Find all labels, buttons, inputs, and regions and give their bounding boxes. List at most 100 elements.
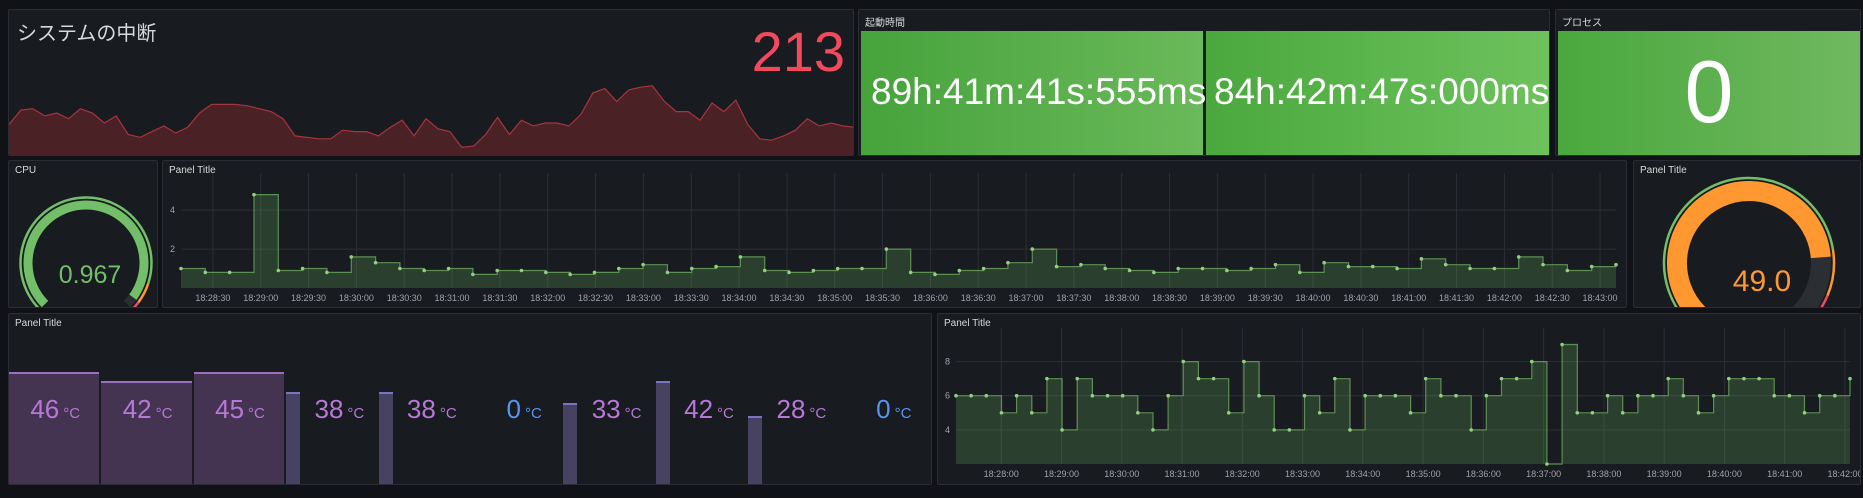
- bottom-chart-point: [1711, 393, 1716, 398]
- process-panel[interactable]: プロセス 0: [1555, 9, 1861, 156]
- bottom-chart-point: [1075, 376, 1080, 381]
- bottom-chart-panel[interactable]: Panel Title 18:28:00 18:29:00 18:30:00 18:3…: [937, 313, 1861, 485]
- temp-bar: [286, 392, 301, 484]
- uptime-title: 起動時間: [865, 18, 905, 29]
- main-chart-point: [884, 247, 889, 251]
- main-chart-point: [787, 270, 791, 275]
- bottom-chart-point: [1226, 411, 1231, 415]
- gauge2-panel[interactable]: Panel Title 49.0: [1633, 160, 1861, 308]
- temp-value: 42 °C: [670, 394, 748, 425]
- main-chart-point: [908, 270, 913, 275]
- bottom-chart-point: [1575, 411, 1580, 415]
- uptime-value-2: 84h:42m:47s:000ms: [1214, 71, 1550, 112]
- main-chart-point: [1103, 266, 1108, 271]
- main-chart-point: [1346, 264, 1351, 269]
- bottom-chart-point: [1529, 359, 1534, 364]
- main-chart-point: [1006, 260, 1010, 265]
- main-chart-point: [592, 270, 597, 275]
- bottom-chart-xtick-label: 18:29:00: [1044, 469, 1079, 479]
- interruptions-panel[interactable]: システムの中断 213: [8, 9, 854, 156]
- temp-item: 46 °C: [9, 314, 101, 484]
- temp-value-number: 0: [506, 394, 521, 424]
- main-chart-xtick-label: 18:34:30: [769, 293, 804, 303]
- bottom-chart-point: [984, 393, 989, 398]
- main-chart-xtick-label: 18:29:00: [243, 293, 278, 303]
- bottom-chart-point: [954, 393, 958, 398]
- main-chart-xtick-label: 18:36:30: [961, 293, 996, 303]
- main-chart-point: [835, 266, 840, 271]
- temp-value-unit: °C: [248, 405, 265, 422]
- bottom-chart-point: [1378, 393, 1383, 398]
- main-chart-point: [1614, 262, 1618, 267]
- main-chart-point: [1492, 266, 1497, 271]
- bottom-chart-point: [1363, 393, 1367, 398]
- uptime-value-1: 89h:41m:41s:555ms: [871, 71, 1207, 112]
- main-chart-point: [1298, 270, 1302, 275]
- temp-value-number: 0: [876, 394, 891, 424]
- temp-bar: [655, 380, 670, 484]
- temp-value-unit: °C: [525, 405, 542, 422]
- main-chart-point: [373, 260, 378, 265]
- bottom-chart-point: [1257, 393, 1261, 398]
- bottom-chart-point: [999, 411, 1004, 415]
- bottom-chart-point: [1833, 393, 1837, 398]
- uptime-value-2-bg: 84h:42m:47s:000ms: [1206, 31, 1549, 155]
- bottom-chart-xtick-label: 18:42:00: [1827, 469, 1861, 479]
- main-chart-point: [1127, 268, 1132, 273]
- bottom-chart-point: [1772, 393, 1777, 398]
- bottom-chart-point: [1136, 411, 1140, 415]
- bottom-chart-xtick-label: 18:33:00: [1285, 469, 1320, 479]
- interruptions-sparkline: [9, 85, 853, 155]
- bottom-chart-point: [1408, 411, 1413, 415]
- temps-row: 46 °C 42 °C 45 °C 38 °C 38 °C 0 °C 33 °C 42 °C 28 °C 0 °C: [9, 314, 931, 484]
- cpu-panel[interactable]: CPU 0.967: [8, 160, 158, 308]
- bottom-chart-point: [1151, 428, 1155, 432]
- uptime-panel[interactable]: 起動時間 89h:41m:41s:555ms 84h:42m:47s:000ms: [858, 9, 1550, 156]
- bottom-chart-point: [1302, 393, 1307, 398]
- temp-value-unit: °C: [347, 405, 365, 422]
- bottom-chart-point: [1211, 376, 1216, 381]
- main-chart-point: [446, 266, 451, 271]
- main-chart-point: [1152, 270, 1156, 275]
- bottom-chart-point: [1757, 376, 1761, 381]
- bottom-chart-point: [1181, 359, 1186, 364]
- bottom-chart-point: [1060, 428, 1064, 432]
- main-chart-xtick-label: 18:30:30: [387, 293, 422, 303]
- bottom-chart-point: [1014, 393, 1019, 398]
- main-chart-xtick-label: 18:31:30: [482, 293, 517, 303]
- bottom-chart-point: [1439, 393, 1443, 398]
- bottom-chart-point: [1029, 411, 1034, 415]
- main-chart-point: [495, 268, 499, 273]
- bottom-chart-xtick-label: 18:41:00: [1767, 469, 1802, 479]
- main-chart-point: [252, 192, 256, 197]
- main-chart-xtick-label: 18:40:30: [1343, 293, 1378, 303]
- temp-value: 28 °C: [762, 394, 840, 425]
- main-chart-point: [1419, 257, 1424, 261]
- main-chart-xtick-label: 18:33:30: [674, 293, 709, 303]
- temp-bar: [563, 403, 578, 484]
- temp-value-unit: °C: [63, 405, 81, 422]
- bottom-chart-point: [1514, 376, 1519, 381]
- process-value-bg: 0: [1558, 31, 1860, 155]
- main-chart-point: [1225, 268, 1229, 273]
- bottom-chart-point: [1454, 393, 1458, 398]
- bottom-chart-ytick-label: 6: [945, 391, 950, 401]
- temp-value-unit: °C: [155, 405, 173, 422]
- bottom-chart-point: [1666, 376, 1670, 381]
- temps-panel[interactable]: Panel Title 46 °C 42 °C 45 °C 38 °C 38 °C 0 °C 33 °C 4…: [8, 313, 932, 485]
- bottom-chart-point: [1166, 393, 1170, 398]
- main-chart-xtick-label: 18:33:00: [626, 293, 661, 303]
- temp-value-unit: °C: [439, 405, 457, 422]
- main-chart-panel[interactable]: Panel Title 18:28:30 18:29:00 18:29:30 18:3…: [162, 160, 1627, 308]
- bottom-chart-point: [1090, 393, 1095, 398]
- main-chart-point: [957, 268, 962, 273]
- main-chart-point: [325, 270, 329, 275]
- main-chart-point: [1589, 264, 1594, 269]
- bottom-chart-ytick-label: 8: [945, 357, 950, 367]
- bottom-chart-xtick-label: 18:40:00: [1707, 469, 1742, 479]
- bottom-chart-point: [1726, 376, 1731, 381]
- main-chart-svg: 18:28:30 18:29:00 18:29:30 18:30:00 18:30:30…: [170, 173, 1618, 303]
- temp-item: 42 °C: [101, 314, 193, 484]
- main-chart-point: [1079, 262, 1083, 267]
- bottom-chart-point: [1545, 462, 1549, 466]
